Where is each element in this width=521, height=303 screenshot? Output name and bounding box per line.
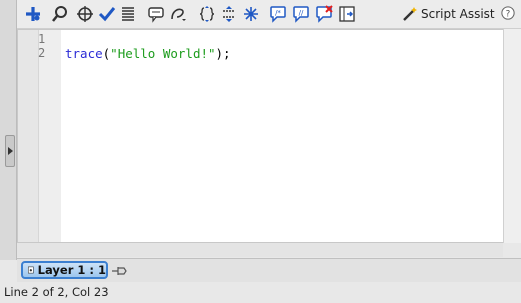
panel-collapse-handle[interactable] [5,135,15,167]
magic-wand-icon [403,7,417,21]
line-number-gutter [18,30,61,242]
apply-block-comment-button[interactable]: /* [268,4,288,24]
code-line[interactable]: trace("Hello World!"); [65,46,231,61]
collapse-selection-button[interactable] [219,4,239,24]
line-number: 1 [38,32,46,46]
side-panel-strip [0,0,17,260]
svg-text:/*: /* [275,9,281,17]
add-statement-button[interactable] [23,4,43,24]
debug-options-button[interactable] [168,4,188,24]
auto-format-button[interactable] [118,4,138,24]
collapse-between-braces-button[interactable] [197,4,217,24]
help-icon: ? [501,6,515,20]
svg-text:?: ? [506,10,511,20]
show-code-hint-button[interactable] [146,4,166,24]
actions-toolbar: /* // Script Assist ? [17,0,521,29]
add-statement-icon [26,7,40,21]
layer-tab-label: Layer 1 : 1 [37,263,106,277]
insert-target-path-button[interactable] [75,4,95,24]
code-string: "Hello World!" [110,46,216,61]
script-file-icon [28,266,34,274]
check-syntax-icon [98,7,116,22]
insert-target-path-icon [77,6,93,22]
expand-all-button[interactable] [241,4,261,24]
apply-block-comment-icon: /* [270,6,286,23]
remove-comment-icon [316,5,333,23]
apply-line-comment-icon: // [293,6,309,23]
line-number: 2 [38,46,46,60]
layer-tab[interactable]: Layer 1 : 1 [21,261,108,279]
show-code-hint-icon [148,7,164,23]
gutter-margin [38,30,61,242]
status-bar: Line 2 of 2, Col 23 [0,282,521,303]
collapse-between-braces-icon [199,6,215,22]
vertical-scrollbar[interactable] [503,29,521,243]
collapse-selection-icon [223,6,235,22]
script-assist-button[interactable]: Script Assist [402,4,495,24]
svg-text://: // [299,9,304,17]
cursor-position-status: Line 2 of 2, Col 23 [4,285,109,299]
check-syntax-button[interactable] [97,4,117,24]
pin-script-icon[interactable] [111,264,127,278]
expand-all-icon [244,7,258,21]
show-hide-toolbox-icon [339,6,355,22]
script-tab-bar: Layer 1 : 1 [17,258,521,283]
apply-line-comment-button[interactable]: // [291,4,311,24]
auto-format-icon [122,7,134,21]
script-editor[interactable]: 1 2 trace("Hello World!"); [17,29,504,243]
horizontal-scrollbar[interactable] [17,242,503,257]
find-button[interactable] [50,4,70,24]
script-assist-label: Script Assist [421,7,495,21]
debug-options-icon [171,8,186,21]
help-button[interactable]: ? [499,4,517,22]
find-icon [52,6,67,22]
remove-comment-button[interactable] [314,4,334,24]
show-hide-toolbox-button[interactable] [337,4,357,24]
code-paren-close: ); [215,46,231,61]
code-function: trace [65,46,103,61]
triangle-right-icon [7,147,13,155]
